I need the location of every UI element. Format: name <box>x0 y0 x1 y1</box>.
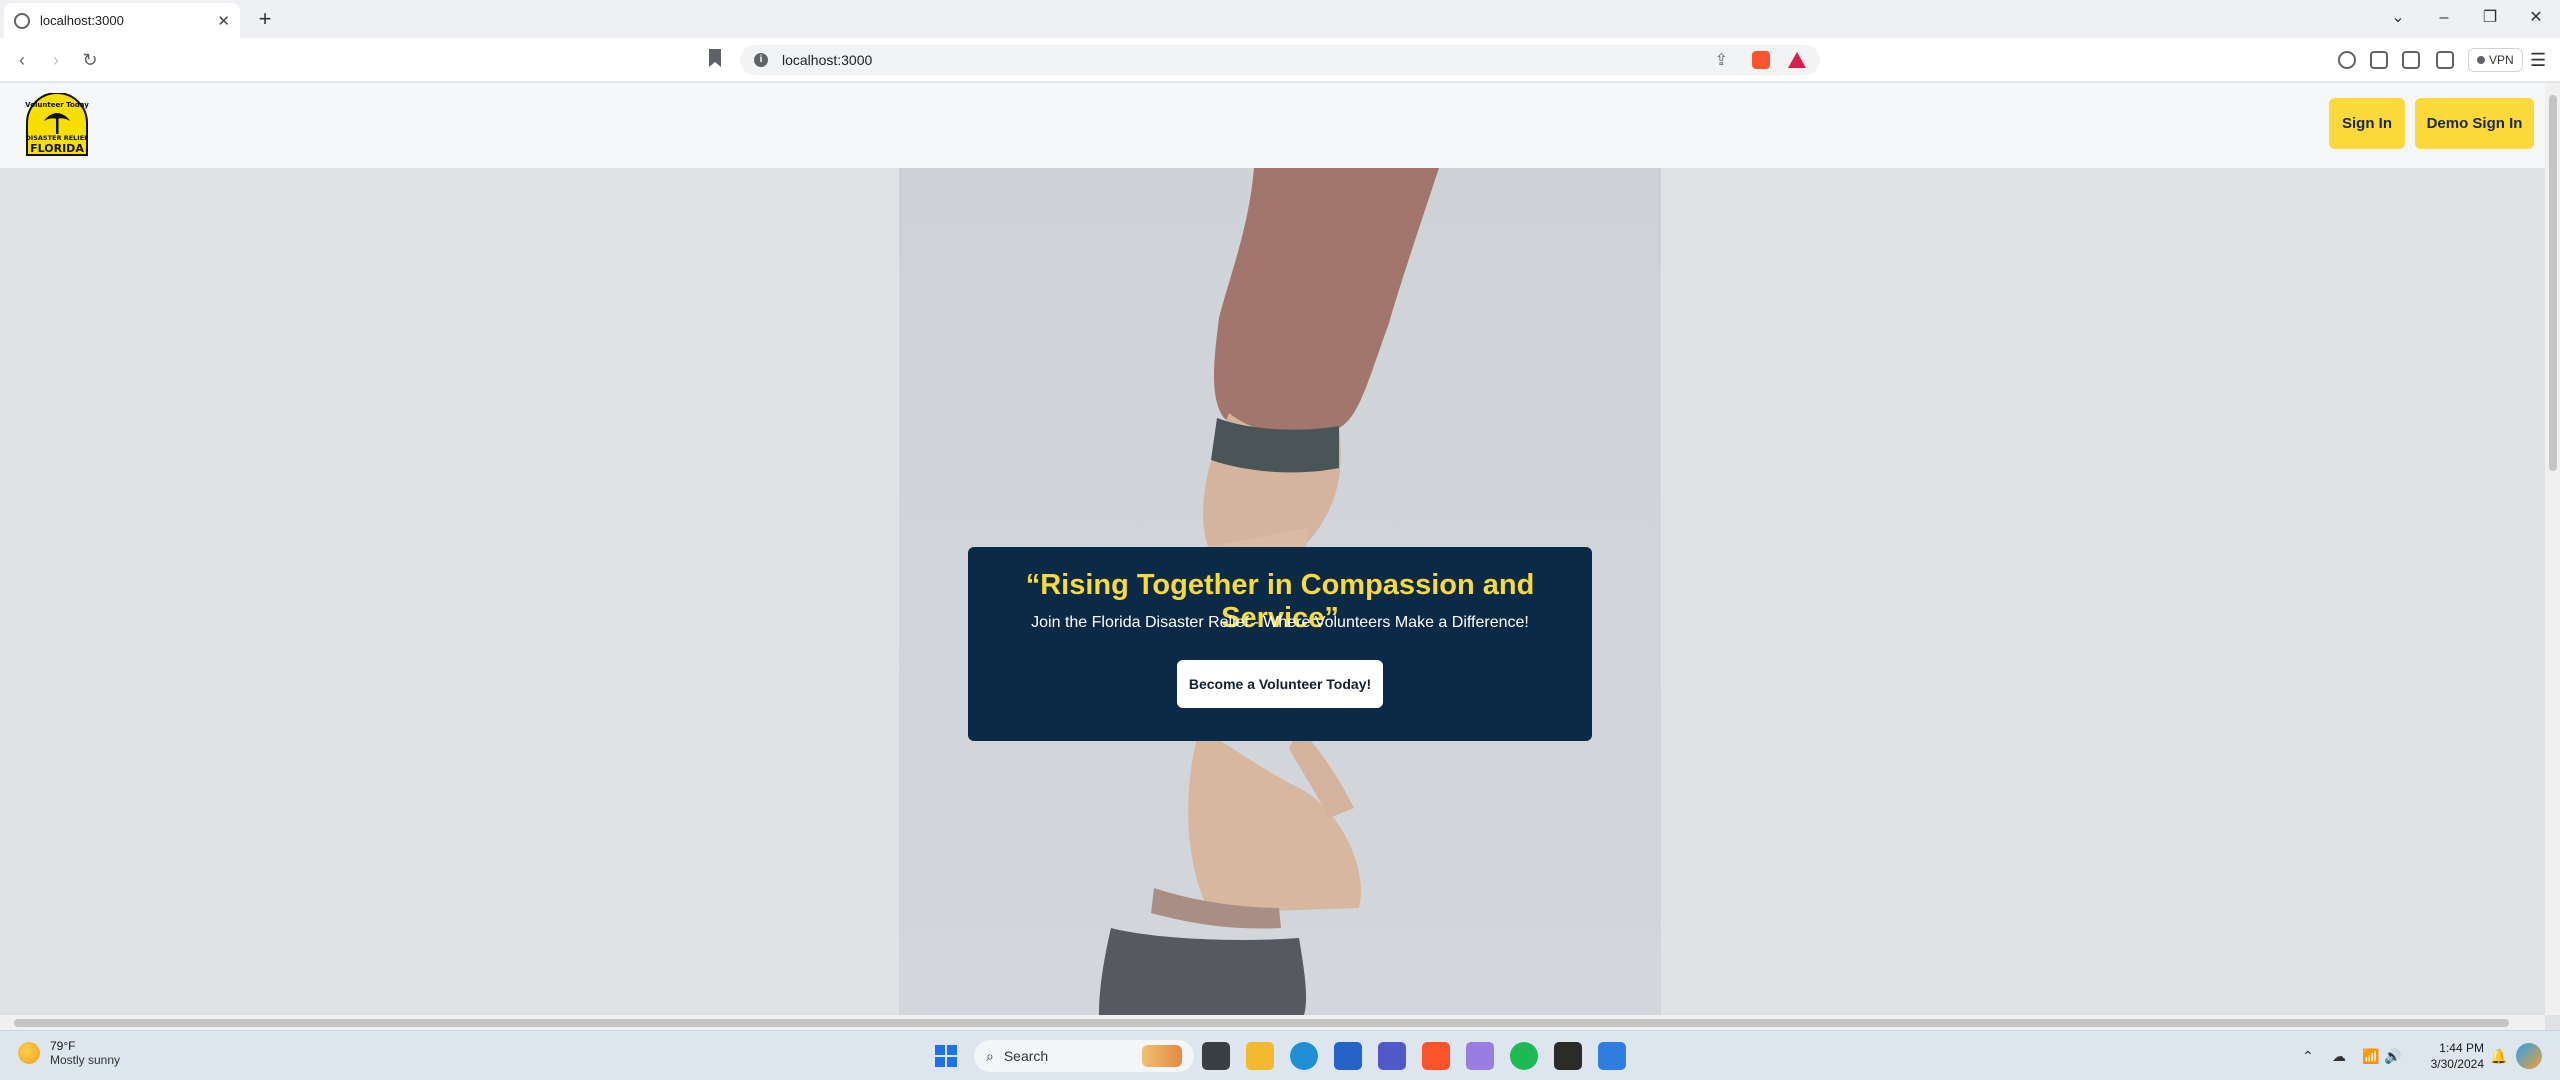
horizontal-scroll-thumb[interactable] <box>14 1019 2509 1027</box>
wallet-icon[interactable] <box>2436 51 2454 69</box>
demo-sign-in-button[interactable]: Demo Sign In <box>2415 98 2534 149</box>
search-highlight-icon <box>1142 1045 1182 1067</box>
store-icon[interactable] <box>1334 1042 1362 1070</box>
page-viewport: Volunteer Today DISASTER RELIEF FLORIDA … <box>0 83 2545 1015</box>
site-header: Volunteer Today DISASTER RELIEF FLORIDA … <box>0 83 2545 168</box>
copilot-icon[interactable] <box>2516 1043 2542 1069</box>
brave-browser-icon[interactable] <box>1422 1042 1450 1070</box>
clock-time: 1:44 PM <box>2439 1041 2484 1055</box>
wifi-icon[interactable]: 📶 <box>2362 1048 2379 1065</box>
reload-button[interactable]: ↻ <box>76 46 104 74</box>
vpn-label: VPN <box>2489 53 2514 67</box>
weather-widget[interactable]: 79°F Mostly sunny <box>18 1039 120 1067</box>
vertical-scrollbar[interactable] <box>2545 83 2560 1015</box>
task-view-icon[interactable] <box>1202 1042 1230 1070</box>
main-menu-icon[interactable]: ☰ <box>2530 50 2546 71</box>
leo-ai-icon[interactable] <box>2338 51 2356 69</box>
browser-tab-strip: localhost:3000 ✕ + ⌄ – ❐ ✕ <box>0 0 2560 38</box>
weather-temperature: 79°F <box>50 1039 76 1053</box>
share-icon[interactable]: ⇪ <box>1715 50 1728 70</box>
url-text[interactable]: localhost:3000 <box>782 52 1715 68</box>
hero-subtitle: Join the Florida Disaster Relief - Where… <box>1031 614 1529 631</box>
close-tab-icon[interactable]: ✕ <box>217 12 230 30</box>
florida-disaster-relief-logo[interactable]: Volunteer Today DISASTER RELIEF FLORIDA <box>24 93 90 157</box>
brave-rewards-icon[interactable] <box>1788 52 1806 68</box>
back-button[interactable]: ‹ <box>8 46 36 74</box>
brave-shields-icon[interactable] <box>1752 51 1770 69</box>
volume-icon[interactable]: 🔊 <box>2384 1048 2401 1065</box>
windows-taskbar: 79°F Mostly sunny ⌕ Search ⌃ ☁ 📶 🔊 1:44 … <box>0 1030 2560 1080</box>
terminal-icon[interactable] <box>1554 1042 1582 1070</box>
search-placeholder: Search <box>1003 1048 1049 1064</box>
sidebar-icon[interactable] <box>2402 51 2420 69</box>
minimize-button[interactable]: – <box>2422 4 2466 32</box>
restore-button[interactable]: ❐ <box>2468 4 2512 32</box>
teams-icon[interactable] <box>1378 1042 1406 1070</box>
vertical-scroll-thumb[interactable] <box>2549 95 2557 471</box>
sunny-weather-icon <box>18 1042 40 1064</box>
file-explorer-icon[interactable] <box>1246 1042 1274 1070</box>
system-clock[interactable]: 1:44 PM 3/30/2024 <box>2400 1040 2484 1072</box>
svg-text:FLORIDA: FLORIDA <box>30 142 84 155</box>
spotify-icon[interactable] <box>1510 1042 1538 1070</box>
extensions-icon[interactable] <box>2370 51 2388 69</box>
close-window-button[interactable]: ✕ <box>2514 4 2558 32</box>
app-icon[interactable] <box>1466 1042 1494 1070</box>
vpn-status-icon <box>2477 56 2485 64</box>
hero-card: “Rising Together in Compassion and Servi… <box>968 547 1592 741</box>
edge-icon[interactable] <box>1290 1042 1318 1070</box>
tab-search-icon[interactable]: ⌄ <box>2376 4 2420 32</box>
windows-start-icon[interactable] <box>932 1042 960 1070</box>
show-hidden-icons-icon[interactable]: ⌃ <box>2302 1048 2314 1065</box>
taskbar-search[interactable]: ⌕ Search <box>974 1040 1194 1072</box>
window-app-icon[interactable] <box>1598 1042 1626 1070</box>
become-volunteer-button[interactable]: Become a Volunteer Today! <box>1177 660 1383 708</box>
address-bar[interactable]: i localhost:3000 ⇪ <box>740 45 1820 75</box>
bookmark-icon[interactable] <box>708 48 722 68</box>
clock-date: 3/30/2024 <box>2430 1057 2484 1071</box>
browser-toolbar: ‹ › ↻ i localhost:3000 ⇪ VPN ☰ <box>0 38 2560 82</box>
browser-tab[interactable]: localhost:3000 ✕ <box>4 3 240 38</box>
sign-in-button[interactable]: Sign In <box>2329 98 2405 149</box>
onedrive-icon[interactable]: ☁ <box>2332 1048 2346 1065</box>
new-tab-button[interactable]: + <box>252 6 278 32</box>
globe-icon <box>14 12 30 29</box>
weather-condition: Mostly sunny <box>50 1053 121 1067</box>
horizontal-scrollbar[interactable] <box>0 1015 2545 1030</box>
svg-text:Volunteer Today: Volunteer Today <box>25 101 89 109</box>
search-icon: ⌕ <box>986 1047 994 1064</box>
site-info-icon[interactable]: i <box>754 53 768 67</box>
tab-title: localhost:3000 <box>40 13 124 28</box>
svg-text:DISASTER RELIEF: DISASTER RELIEF <box>25 134 88 142</box>
notification-bell-icon[interactable]: 🔔 <box>2490 1048 2507 1065</box>
vpn-button[interactable]: VPN <box>2468 48 2523 72</box>
forward-button[interactable]: › <box>42 46 70 74</box>
